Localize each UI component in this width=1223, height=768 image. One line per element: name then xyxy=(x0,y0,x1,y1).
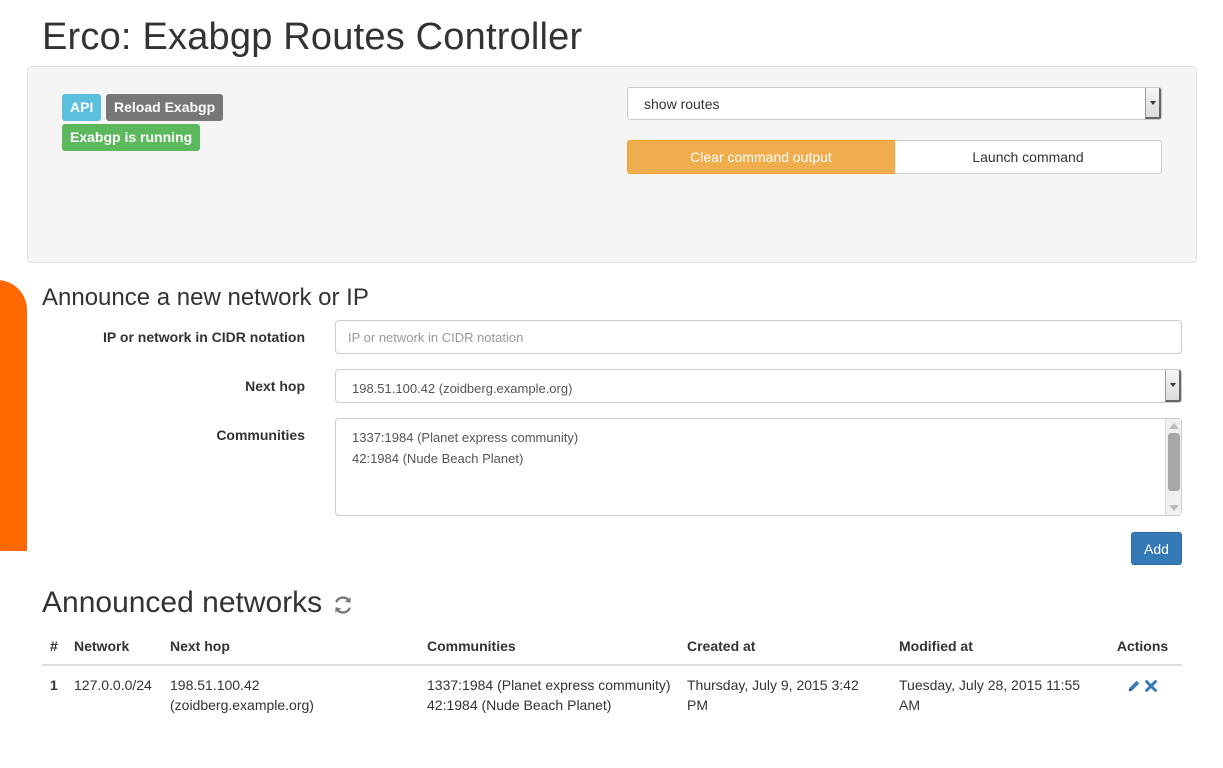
next-hop-select[interactable]: 198.51.100.42 (zoidberg.example.org) xyxy=(335,369,1182,403)
column-header-modified-at: Modified at xyxy=(891,628,1103,666)
row-created-at: Thursday, July 9, 2015 3:42 PM xyxy=(687,677,859,713)
networks-table: # Network Next hop Communities Created a… xyxy=(42,628,1182,724)
row-next-hop-ip: 198.51.100.42 xyxy=(170,677,260,693)
announce-title: Announce a new network or IP xyxy=(42,284,369,311)
column-header-next-hop: Next hop xyxy=(162,628,419,666)
scroll-up-icon[interactable] xyxy=(1169,423,1179,429)
chevron-down-icon[interactable] xyxy=(1145,88,1161,119)
table-row: 1 127.0.0.0/24 198.51.100.42 (zoidberg.e… xyxy=(42,665,1182,724)
command-select-value: show routes xyxy=(644,96,720,112)
ip-field[interactable] xyxy=(335,320,1182,354)
column-header-num: # xyxy=(42,628,66,666)
column-header-network: Network xyxy=(66,628,162,666)
delete-icon[interactable] xyxy=(1144,679,1158,693)
chevron-down-icon[interactable] xyxy=(1165,370,1181,402)
add-network-button[interactable]: Add xyxy=(1131,532,1182,565)
api-label[interactable]: API xyxy=(62,94,102,121)
row-next-hop-host: (zoidberg.example.org) xyxy=(170,697,314,713)
edit-icon[interactable] xyxy=(1127,679,1141,693)
row-network: 127.0.0.0/24 xyxy=(74,677,152,693)
status-badge: Exabgp is running xyxy=(62,124,201,151)
communities-scrollbar[interactable] xyxy=(1165,419,1181,515)
command-select[interactable]: show routes xyxy=(627,87,1162,120)
community-option[interactable]: 42:1984 (Nude Beach Planet) xyxy=(352,448,1165,469)
next-hop-label: Next hop xyxy=(245,378,305,394)
launch-command-button[interactable]: Launch command xyxy=(895,140,1162,174)
reload-exabgp-button[interactable]: Reload Exabgp xyxy=(106,94,224,121)
side-feedback-tab[interactable] xyxy=(0,280,27,551)
row-community: 1337:1984 (Planet express community) xyxy=(427,677,671,693)
row-modified-at: Tuesday, July 28, 2015 11:55 AM xyxy=(899,677,1081,713)
table-header-row: # Network Next hop Communities Created a… xyxy=(42,628,1182,666)
refresh-icon[interactable] xyxy=(332,594,354,616)
scroll-thumb[interactable] xyxy=(1168,433,1180,491)
column-header-created-at: Created at xyxy=(679,628,891,666)
row-communities: 1337:1984 (Planet express community) 42:… xyxy=(419,665,679,724)
ip-field-label: IP or network in CIDR notation xyxy=(103,329,305,345)
column-header-actions: Actions xyxy=(1103,628,1182,666)
communities-multiselect[interactable]: 1337:1984 (Planet express community) 42:… xyxy=(335,418,1182,516)
clear-output-button[interactable]: Clear command output xyxy=(627,140,895,174)
communities-label: Communities xyxy=(216,427,305,443)
networks-title: Announced networks xyxy=(42,586,323,619)
scroll-down-icon[interactable] xyxy=(1169,505,1179,511)
row-number: 1 xyxy=(50,677,58,693)
command-panel: API Reload Exabgp Exabgp is running show… xyxy=(27,66,1197,263)
row-actions xyxy=(1103,665,1182,724)
row-community: 42:1984 (Nude Beach Planet) xyxy=(427,697,612,713)
page-title: Erco: Exabgp Routes Controller xyxy=(42,16,583,58)
row-next-hop: 198.51.100.42 (zoidberg.example.org) xyxy=(162,665,419,724)
next-hop-value: 198.51.100.42 (zoidberg.example.org) xyxy=(352,381,573,396)
column-header-communities: Communities xyxy=(419,628,679,666)
community-option[interactable]: 1337:1984 (Planet express community) xyxy=(352,427,1165,448)
